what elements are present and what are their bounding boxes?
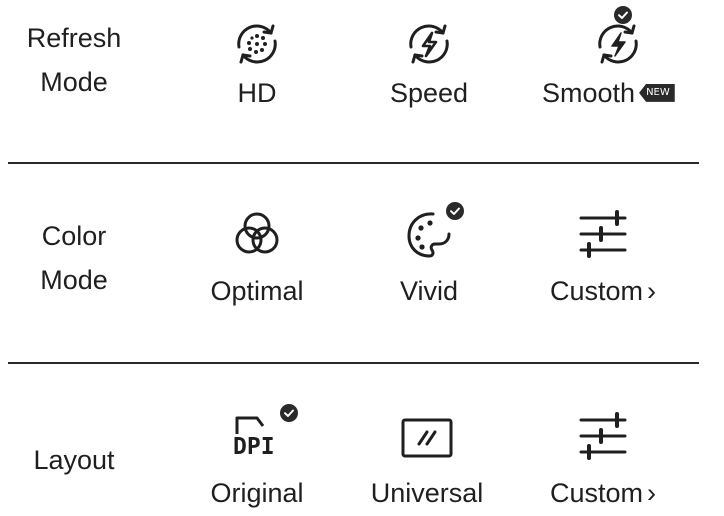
color-option-custom-label: Custom › — [518, 276, 688, 307]
color-mode-label-line1: Color — [41, 221, 107, 251]
custom-text: Custom — [549, 276, 644, 306]
smooth-refresh-icon — [588, 16, 648, 72]
hd-refresh-icon — [227, 16, 287, 72]
dpi-icon-text: DPI — [233, 434, 275, 460]
color-option-optimal-label: Optimal — [210, 276, 304, 306]
chevron-right-icon: › — [647, 276, 657, 306]
new-badge: NEW — [639, 83, 675, 102]
custom-text: Custom — [549, 478, 644, 508]
refresh-option-hd-label: HD — [237, 78, 277, 108]
refresh-mode-label-line2: Mode — [40, 67, 108, 97]
chevron-right-icon: › — [647, 478, 657, 508]
layout-option-universal[interactable]: Universal — [342, 364, 512, 514]
layout-label: Layout — [33, 445, 115, 475]
color-option-optimal[interactable]: Optimal — [172, 164, 342, 314]
universal-layout-icon — [397, 410, 457, 466]
selected-check-icon — [280, 404, 298, 422]
color-option-custom[interactable]: Custom › — [518, 164, 688, 314]
layout-section: Layout DPI Original Universal Custom › — [0, 364, 724, 516]
refresh-mode-section: Refresh Mode HD Speed Smooth NEW — [0, 0, 724, 160]
color-option-vivid[interactable]: Vivid — [344, 164, 514, 314]
color-mode-label: Color Mode — [0, 214, 148, 302]
refresh-option-hd[interactable]: HD — [172, 0, 342, 120]
layout-option-custom[interactable]: Custom › — [518, 364, 688, 514]
layout-option-original-label: Original — [210, 478, 304, 508]
layout-option-custom-label: Custom › — [518, 478, 688, 509]
optimal-color-icon — [227, 208, 287, 264]
refresh-mode-label: Refresh Mode — [0, 16, 148, 104]
dpi-icon: DPI — [227, 410, 287, 466]
refresh-option-smooth[interactable]: Smooth NEW — [532, 0, 702, 120]
refresh-option-smooth-label: Smooth NEW — [532, 78, 722, 109]
refresh-option-speed[interactable]: Speed — [344, 0, 514, 120]
speed-refresh-icon — [399, 16, 459, 72]
color-option-vivid-label: Vivid — [399, 276, 459, 306]
selected-check-icon — [446, 202, 464, 220]
color-mode-label-line2: Mode — [40, 265, 108, 295]
selected-check-icon — [614, 6, 632, 24]
sliders-icon — [573, 208, 633, 264]
layout-option-original[interactable]: DPI Original — [172, 364, 342, 514]
refresh-mode-label-line1: Refresh — [26, 23, 122, 53]
layout-option-universal-label: Universal — [370, 478, 484, 508]
refresh-option-speed-label: Speed — [389, 78, 469, 108]
smooth-text: Smooth — [542, 78, 636, 108]
sliders-icon — [573, 410, 633, 466]
color-mode-section: Color Mode Optimal Vivid Custom › — [0, 164, 724, 364]
